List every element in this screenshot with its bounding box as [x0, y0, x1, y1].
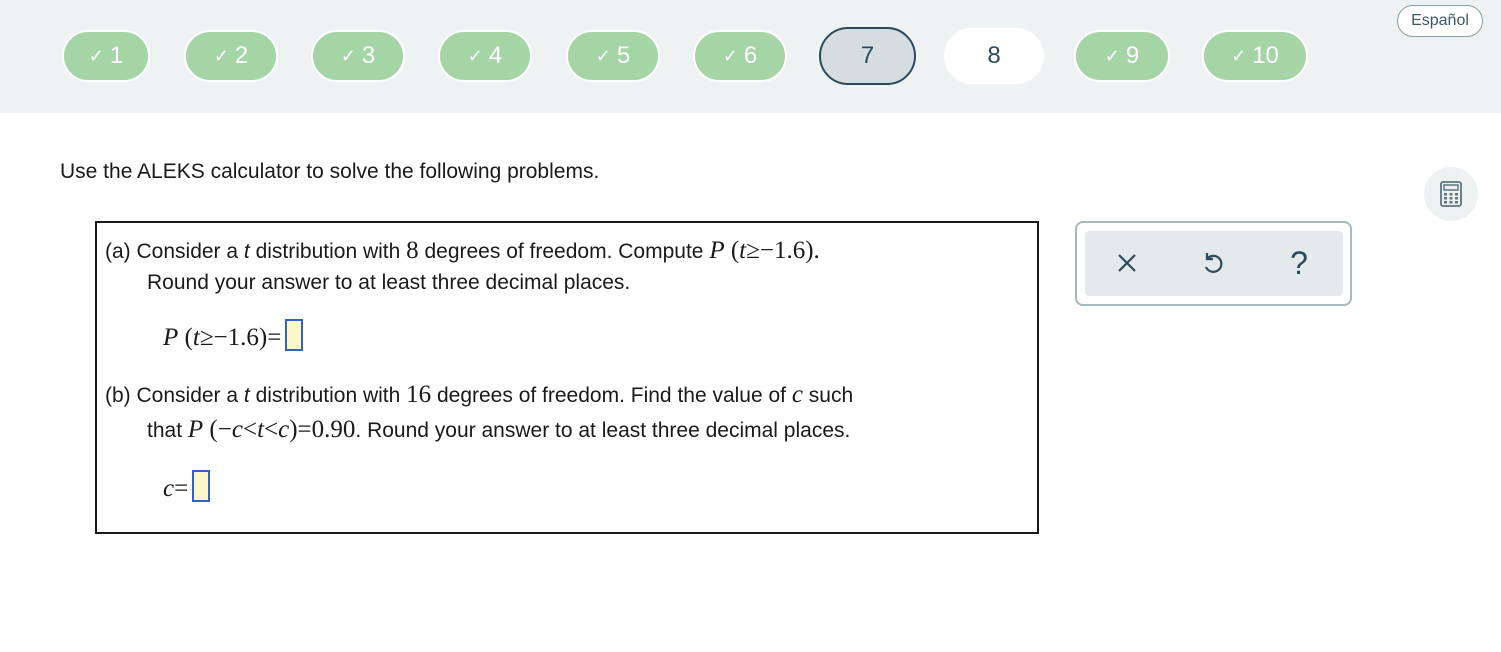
question-1-button[interactable]: ✓ 1 — [62, 30, 150, 82]
part-a-answer-row: P (t≥−1.6)= — [163, 319, 304, 352]
question-6-button[interactable]: ✓ 6 — [693, 30, 787, 82]
part-b-text-2: degrees of freedom. Find the value of — [431, 384, 792, 407]
probability-symbol: P — [709, 237, 725, 264]
check-icon: ✓ — [467, 45, 483, 66]
part-a-line-2: Round your answer to at least three deci… — [147, 271, 631, 294]
question-8-button[interactable]: 8 — [944, 28, 1044, 84]
part-a-text: distribution with — [249, 240, 407, 263]
answer-body: ≥−1.6 — [199, 324, 259, 351]
expr-close: ). — [805, 237, 820, 264]
calculator-icon — [1440, 181, 1462, 207]
question-2-button[interactable]: ✓ 2 — [184, 30, 278, 82]
part-b-answer-row: c= — [163, 470, 211, 503]
expr-lt-2: < — [264, 416, 279, 443]
question-7-button-current[interactable]: 7 — [819, 27, 916, 85]
question-number: 4 — [488, 42, 503, 69]
degrees-of-freedom-a: 8 — [406, 237, 419, 264]
probability-symbol: P — [187, 416, 204, 443]
x-icon — [1118, 254, 1136, 272]
expr-close: )=0.90 — [289, 416, 356, 443]
expr-var-t: t — [257, 416, 265, 443]
clear-button[interactable] — [1107, 243, 1147, 283]
question-10-button[interactable]: ✓ 10 — [1202, 30, 1308, 82]
expr-body: ≥−1.6 — [746, 237, 806, 264]
check-icon: ✓ — [340, 45, 356, 66]
part-b-line-2-pre: that — [147, 419, 188, 442]
question-number: 1 — [109, 42, 124, 69]
check-icon: ✓ — [1231, 45, 1247, 66]
part-b-line-1: (b) Consider a t distribution with 16 de… — [105, 381, 853, 409]
part-a-line-1: (a) Consider a t distribution with 8 deg… — [105, 237, 820, 265]
question-number: 2 — [234, 42, 249, 69]
question-number: 8 — [987, 42, 1001, 69]
question-number: 10 — [1252, 42, 1279, 69]
answer-a-input[interactable] — [285, 319, 304, 351]
expr-open: (− — [203, 416, 232, 443]
answer-eq: = — [174, 475, 189, 502]
part-a-text-2: degrees of freedom. Compute — [418, 240, 710, 263]
part-b-line-2-post: . Round your answer to at least three de… — [355, 419, 851, 442]
answer-var-t: t — [192, 324, 200, 351]
part-b-prefix: (b) Consider a — [105, 384, 244, 407]
check-icon: ✓ — [722, 45, 738, 66]
variable-c: c — [791, 381, 803, 408]
answer-c: c — [163, 475, 175, 502]
part-b-text: distribution with — [249, 384, 407, 407]
check-icon: ✓ — [1104, 45, 1120, 66]
progress-bar: ✓ 1 ✓ 2 ✓ 3 ✓ 4 ✓ 5 ✓ 6 7 8 ✓ 9 ✓ 10 Español — [0, 0, 1501, 113]
question-number: 6 — [743, 42, 758, 69]
part-b-line-2: that P (−c<t<c)=0.90. Round your answer … — [147, 416, 850, 444]
degrees-of-freedom-b: 16 — [406, 381, 432, 408]
answer-b-input[interactable] — [192, 470, 211, 502]
language-toggle-button[interactable]: Español — [1397, 5, 1483, 37]
check-icon: ✓ — [595, 45, 611, 66]
calculator-button[interactable] — [1424, 167, 1478, 221]
question-number: 3 — [361, 42, 376, 69]
question-number: 5 — [616, 42, 631, 69]
question-5-button[interactable]: ✓ 5 — [566, 30, 660, 82]
answer-tools-panel: ? — [1075, 221, 1352, 306]
question-3-button[interactable]: ✓ 3 — [311, 30, 405, 82]
help-button[interactable]: ? — [1279, 243, 1319, 283]
expr-open: ( — [724, 237, 740, 264]
question-panel: (a) Consider a t distribution with 8 deg… — [95, 221, 1039, 534]
undo-icon — [1204, 253, 1223, 273]
answer-close: )= — [258, 324, 282, 351]
undo-button[interactable] — [1193, 243, 1233, 283]
expr-var-c-2: c — [278, 416, 290, 443]
tools-bar: ? — [1085, 231, 1343, 296]
check-icon: ✓ — [88, 45, 104, 66]
question-4-button[interactable]: ✓ 4 — [438, 30, 532, 82]
question-number: 7 — [860, 42, 875, 69]
answer-open: ( — [178, 324, 193, 351]
part-a-prefix: (a) Consider a — [105, 240, 244, 263]
part-b-tail: such — [802, 384, 854, 407]
question-9-button[interactable]: ✓ 9 — [1074, 30, 1170, 82]
instructions-text: Use the ALEKS calculator to solve the fo… — [60, 160, 600, 183]
expr-var-c: c — [231, 416, 243, 443]
expr-lt-1: < — [242, 416, 258, 443]
answer-p: P — [163, 324, 179, 351]
question-number: 9 — [1125, 42, 1140, 69]
check-icon: ✓ — [213, 45, 229, 66]
